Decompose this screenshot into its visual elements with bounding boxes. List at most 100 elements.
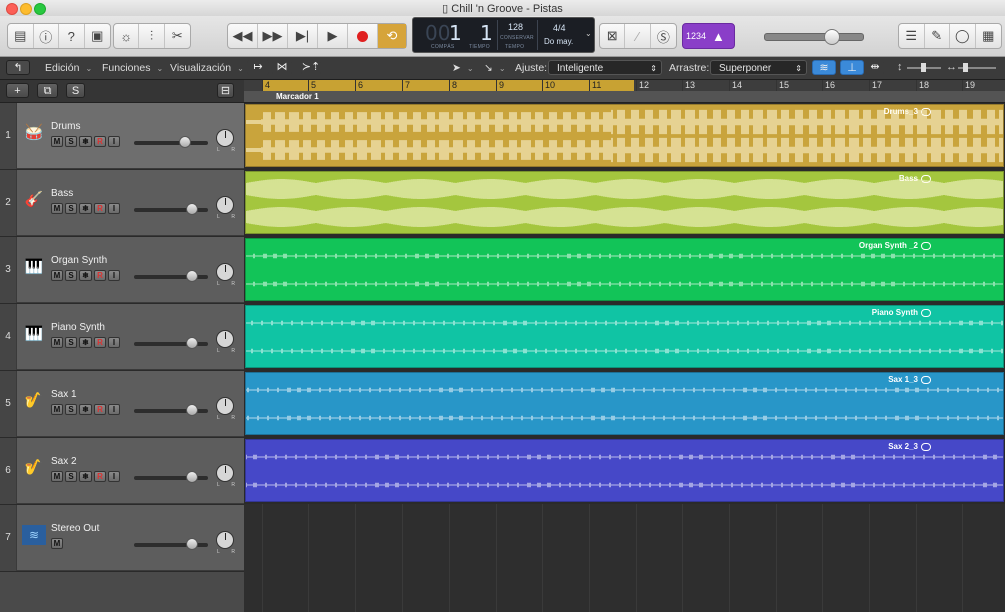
freeze-button[interactable]: ❄ <box>79 471 92 482</box>
freeze-button[interactable]: ❄ <box>79 136 92 147</box>
input-monitor-button[interactable]: I <box>108 471 120 482</box>
record-enable-button[interactable]: R <box>94 471 106 482</box>
audio-region[interactable]: Sax 2_3 <box>245 439 1004 502</box>
track-header[interactable]: 4 🎹 Piano Synth M S ❄ R I LR <box>0 304 244 370</box>
mute-button[interactable]: M <box>51 203 63 214</box>
pencil-tool-menu[interactable]: ↘ ⌄ <box>484 60 506 76</box>
global-solo-button[interactable]: S <box>66 83 85 98</box>
volume-slider[interactable] <box>134 538 208 550</box>
track-name[interactable]: Bass <box>51 188 73 199</box>
library-button[interactable]: ▤ <box>8 24 34 48</box>
mute-button[interactable]: M <box>51 471 63 482</box>
horizontal-fit-button[interactable]: ⇹ <box>866 60 884 75</box>
marker-lane[interactable]: Marcador 1 <box>244 91 1005 102</box>
solo-button[interactable]: S <box>65 270 77 281</box>
record-enable-button[interactable]: R <box>94 136 106 147</box>
pan-knob[interactable] <box>216 464 234 482</box>
replace-button[interactable]: ⊠ <box>600 24 626 48</box>
vertical-zoom-slider[interactable] <box>907 63 941 72</box>
inspector-button[interactable]: ⓘ <box>34 24 59 48</box>
mixer-button[interactable]: ⫶ <box>139 24 165 48</box>
track-lane[interactable]: Piano Synth <box>244 304 1005 370</box>
key-signature[interactable]: Do may. <box>544 37 573 46</box>
mute-button[interactable]: M <box>51 538 63 549</box>
vertical-zoom-button[interactable]: ⊥ <box>840 60 864 75</box>
mute-button[interactable]: M <box>51 404 63 415</box>
list-editors-button[interactable]: ☰ <box>899 24 925 48</box>
edit-menu[interactable]: Edición ⌄ <box>45 60 92 76</box>
volume-knob[interactable] <box>186 337 198 349</box>
count-in-button[interactable]: 1234 <box>686 31 708 41</box>
loops-button[interactable]: ◯ <box>950 24 976 48</box>
volume-slider[interactable] <box>134 471 208 483</box>
tempo-value[interactable]: 128 <box>508 22 523 32</box>
toolbar-toggle-button[interactable]: ▣ <box>85 24 110 48</box>
fast-forward-button[interactable]: ▶▶ <box>258 24 288 48</box>
solo-button[interactable]: S <box>65 337 77 348</box>
track-lane[interactable]: Organ Synth _2 <box>244 237 1005 303</box>
mute-button[interactable]: M <box>51 270 63 281</box>
duplicate-track-button[interactable]: ⧉ <box>37 83 58 98</box>
track-name[interactable]: Stereo Out <box>51 523 99 534</box>
horizontal-zoom-knob[interactable] <box>963 63 968 72</box>
pan-knob[interactable] <box>216 397 234 415</box>
audio-region[interactable]: Organ Synth _2 <box>245 238 1004 301</box>
volume-knob[interactable] <box>186 471 198 483</box>
volume-knob[interactable] <box>186 203 198 215</box>
editors-button[interactable]: ✂ <box>165 24 190 48</box>
track-header[interactable]: 7 ≋ Stereo Out M LR <box>0 505 244 571</box>
collapse-button[interactable]: ⊟ <box>217 83 234 98</box>
freeze-button[interactable]: ❄ <box>79 404 92 415</box>
volume-slider[interactable] <box>134 270 208 282</box>
solo-mode-button[interactable]: Ⓢ <box>651 24 676 48</box>
track-lane[interactable]: Sax 2_3 <box>244 438 1005 504</box>
volume-slider[interactable] <box>134 136 208 148</box>
lcd-dropdown-icon[interactable]: ⌄ <box>585 29 592 38</box>
input-monitor-button[interactable]: I <box>108 404 120 415</box>
pan-knob[interactable] <box>216 531 234 549</box>
cycle-range[interactable] <box>262 80 634 91</box>
pan-knob[interactable] <box>216 129 234 147</box>
audio-region[interactable]: Sax 1_3 <box>245 372 1004 435</box>
functions-menu[interactable]: Funciones ⌄ <box>102 60 163 76</box>
track-lane[interactable]: Drums_3 <box>244 103 1005 169</box>
master-volume-slider[interactable] <box>764 29 864 45</box>
vertical-zoom-knob[interactable] <box>921 63 926 72</box>
audio-region[interactable]: Bass <box>245 171 1004 234</box>
go-to-end-button[interactable]: ▶| <box>288 24 318 48</box>
metronome-icon[interactable]: ▲ <box>712 29 725 44</box>
volume-slider[interactable] <box>134 203 208 215</box>
back-button[interactable]: ↰ <box>6 60 30 75</box>
volume-slider[interactable] <box>134 404 208 416</box>
record-enable-button[interactable]: R <box>94 270 106 281</box>
track-name[interactable]: Piano Synth <box>51 322 105 333</box>
volume-knob[interactable] <box>186 270 198 282</box>
track-header[interactable]: 1 🥁 Drums M S ❄ R I LR <box>0 103 244 169</box>
freeze-button[interactable]: ❄ <box>79 270 92 281</box>
pan-knob[interactable] <box>216 196 234 214</box>
track-lane[interactable]: Bass <box>244 170 1005 236</box>
track-lane[interactable]: Sax 1_3 <box>244 371 1005 437</box>
freeze-button[interactable]: ❄ <box>79 203 92 214</box>
lcd-display[interactable]: 00 1 1 COMPÁS TIEMPO 128 CONSERVAR TEMPO… <box>412 17 595 53</box>
quick-help-button[interactable]: ? <box>59 24 85 48</box>
volume-knob[interactable] <box>186 404 198 416</box>
horizontal-zoom-slider[interactable] <box>958 63 996 72</box>
drag-select[interactable]: Superponer ⇕ <box>710 60 807 75</box>
add-track-button[interactable]: + <box>6 83 29 98</box>
volume-knob[interactable] <box>186 538 198 550</box>
rewind-button[interactable]: ◀◀ <box>228 24 258 48</box>
cycle-button[interactable]: ⟲ <box>378 24 406 48</box>
track-header[interactable]: 5 🎷 Sax 1 M S ❄ R I LR <box>0 371 244 437</box>
volume-slider[interactable] <box>134 337 208 349</box>
notepad-button[interactable]: ✎ <box>925 24 950 48</box>
tuner-button[interactable]: ⁄ <box>625 24 651 48</box>
smart-controls-button[interactable]: ☼ <box>114 24 140 48</box>
record-enable-button[interactable]: R <box>94 203 106 214</box>
input-monitor-button[interactable]: I <box>108 203 120 214</box>
timeline-ruler[interactable]: 4 5 6 7 8 9 10 11 12 13 14 15 16 17 18 19 Marcador 1 <box>244 80 1005 103</box>
track-header[interactable]: 2 🎸 Bass M S ❄ R I LR <box>0 170 244 236</box>
track-name[interactable]: Sax 2 <box>51 456 77 467</box>
master-volume-knob[interactable] <box>824 29 840 45</box>
view-menu[interactable]: Visualización ⌄ <box>170 60 244 76</box>
